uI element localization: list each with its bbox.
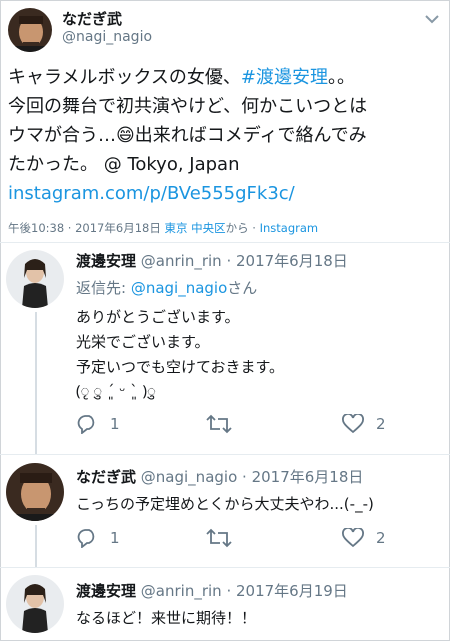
tweet-text-line-1: キャラメルボックスの女優、#渡邊安理。。 xyxy=(8,66,355,90)
reply-header: なだぎ武 @nagi_nagio · 2017年6月18日 xyxy=(76,466,363,487)
thread-line xyxy=(35,525,37,567)
divider xyxy=(0,242,450,243)
divider xyxy=(0,567,450,568)
avatar-anrin[interactable] xyxy=(6,575,64,633)
avatar-anrin[interactable] xyxy=(6,250,64,308)
like-button[interactable]: 2 xyxy=(342,414,386,434)
like-button[interactable]: 2 xyxy=(342,528,386,548)
source-link[interactable]: Instagram xyxy=(260,221,319,235)
reply-display-name[interactable]: なだぎ武 xyxy=(76,468,136,486)
tweet-text-line-2: 今回の舞台で初共演やけど、何かこいつとは xyxy=(8,96,368,117)
retweet-icon xyxy=(206,414,232,434)
reply-date[interactable]: · 2017年6月18日 xyxy=(242,468,363,486)
reply-to: 返信先: @nagi_nagioさん xyxy=(76,277,257,298)
grinning-emoji-icon: 😄 xyxy=(116,125,135,146)
tweet-timestamp[interactable]: 午後10:38 · 2017年6月18日 xyxy=(8,221,161,235)
retweet-button[interactable] xyxy=(206,528,232,548)
location-link[interactable]: 東京 中央区 xyxy=(164,221,225,235)
tweet-text-line-4: たかった。 @ Tokyo, Japan xyxy=(8,154,240,175)
reply-text-line: こっちの予定埋めとくから大丈夫やわ...(-_-) xyxy=(76,495,374,513)
reply-button[interactable]: 1 xyxy=(76,414,120,434)
reply-date[interactable]: · 2017年6月18日 xyxy=(226,252,347,270)
reply-display-name[interactable]: 渡邊安理 xyxy=(76,252,136,270)
reply-to-label: 返信先: xyxy=(76,279,131,297)
tweet-text: キャラメルボックスの女優、 xyxy=(8,67,241,88)
chevron-down-icon[interactable] xyxy=(424,10,440,24)
instagram-link[interactable]: instagram.com/p/BVe555gFk3c/ xyxy=(8,182,295,206)
retweet-button[interactable] xyxy=(206,414,232,434)
reply-header: 渡邊安理 @anrin_rin · 2017年6月18日 xyxy=(76,250,348,271)
tweet-meta: 午後10:38 · 2017年6月18日 東京 中央区から · Instagra… xyxy=(8,220,318,236)
heart-icon xyxy=(342,414,364,434)
author-display-name[interactable]: なだぎ武 xyxy=(62,8,122,29)
heart-icon xyxy=(342,528,364,548)
reply-count: 1 xyxy=(110,415,120,433)
reply-button[interactable]: 1 xyxy=(76,528,120,548)
reply-text-line: ありがとうございます。 xyxy=(76,308,240,326)
retweet-icon xyxy=(206,528,232,548)
tweet-text: 。。 xyxy=(328,67,356,88)
reply-icon xyxy=(77,529,95,548)
reply-text-line: なるほど！来世に期待！！ xyxy=(76,609,257,627)
reply-date[interactable]: · 2017年6月19日 xyxy=(226,582,347,600)
tweet-text-line-3: ウマが合う…😄出来ればコメディで絡んでみ xyxy=(8,124,367,148)
reply-to-handle[interactable]: @nagi_nagio xyxy=(131,279,227,297)
hashtag-link[interactable]: #渡邊安理 xyxy=(241,67,328,88)
divider xyxy=(0,454,450,455)
reply-count: 1 xyxy=(110,529,120,547)
tweet-text: ウマが合う… xyxy=(8,125,116,146)
reply-icon xyxy=(77,415,95,434)
avatar-nagi[interactable] xyxy=(6,463,64,521)
author-handle[interactable]: @nagi_nagio xyxy=(62,29,152,45)
meta-from: から · xyxy=(225,221,260,235)
reply-handle[interactable]: @anrin_rin xyxy=(141,582,222,600)
reply-actions: 1 2 xyxy=(76,528,436,554)
reply-handle[interactable]: @nagi_nagio xyxy=(141,468,237,486)
thread-line xyxy=(35,312,37,454)
reply-handle[interactable]: @anrin_rin xyxy=(141,252,222,270)
reply-header: 渡邊安理 @anrin_rin · 2017年6月19日 xyxy=(76,580,348,601)
reply-text-line: 予定いつでも空けておきます。 xyxy=(76,358,285,376)
tweet-text: 出来ればコメディで絡んでみ xyxy=(134,125,367,146)
avatar-nagi[interactable] xyxy=(8,8,52,52)
reply-text-kaomoji: (ृ ु ´͈ ᵕ `͈ )ु xyxy=(76,382,156,400)
like-count: 2 xyxy=(376,529,386,547)
reply-display-name[interactable]: 渡邊安理 xyxy=(76,582,136,600)
reply-text-line: 光栄でございます。 xyxy=(76,333,210,351)
reply-actions: 1 2 xyxy=(76,414,436,440)
reply-to-suffix: さん xyxy=(227,279,258,297)
like-count: 2 xyxy=(376,415,386,433)
